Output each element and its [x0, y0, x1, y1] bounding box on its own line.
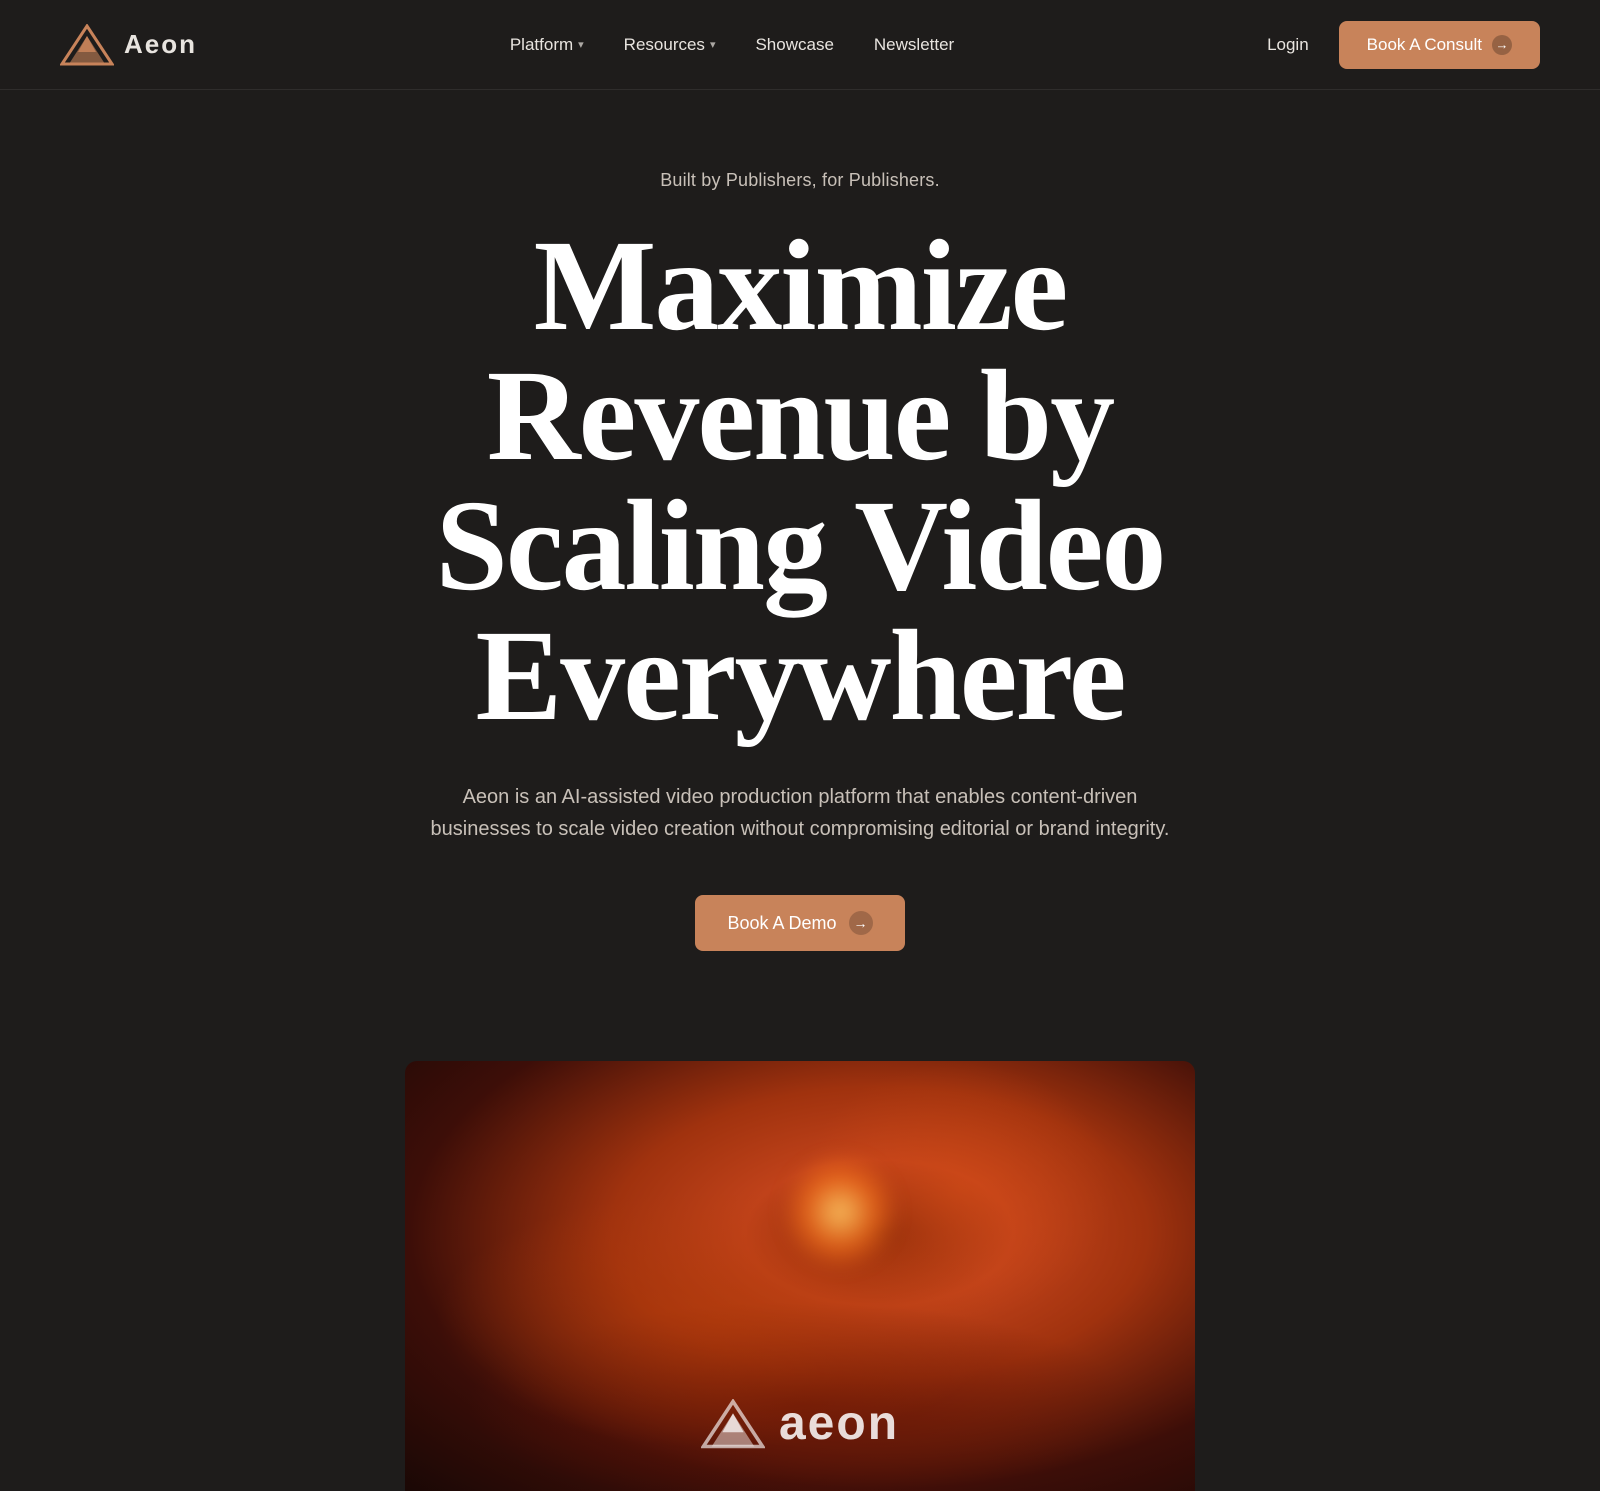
video-logo-text: aeon	[779, 1396, 899, 1451]
logo[interactable]: Aeon	[60, 24, 197, 66]
video-preview[interactable]: aeon	[405, 1061, 1195, 1491]
book-demo-arrow-icon: →	[849, 911, 873, 935]
book-consult-button[interactable]: Book A Consult →	[1339, 21, 1540, 69]
navbar: Aeon Platform ▾ Resources ▾ Showcase New…	[0, 0, 1600, 90]
nav-right: Login Book A Consult →	[1267, 21, 1540, 69]
hero-tagline: Built by Publishers, for Publishers.	[310, 170, 1290, 191]
nav-item-showcase[interactable]: Showcase	[755, 35, 833, 55]
video-aeon-logo: aeon	[701, 1396, 899, 1451]
nav-item-platform[interactable]: Platform ▾	[510, 35, 584, 55]
platform-chevron-icon: ▾	[578, 38, 584, 51]
hero-headline: Maximize Revenue by Scaling Video Everyw…	[310, 221, 1290, 741]
hero-section: Built by Publishers, for Publishers. Max…	[0, 90, 1600, 1491]
nav-item-resources[interactable]: Resources ▾	[624, 35, 716, 55]
book-consult-arrow-icon: →	[1492, 35, 1512, 55]
login-link[interactable]: Login	[1267, 35, 1309, 55]
glow-effect	[780, 1152, 900, 1272]
hero-subtext: Aeon is an AI-assisted video production …	[410, 781, 1190, 845]
nav-links: Platform ▾ Resources ▾ Showcase Newslett…	[510, 35, 954, 55]
book-demo-button[interactable]: Book A Demo →	[695, 895, 904, 951]
resources-chevron-icon: ▾	[710, 38, 716, 51]
logo-wordmark: Aeon	[124, 29, 197, 60]
video-logo-overlay: aeon	[405, 1396, 1195, 1491]
nav-item-newsletter[interactable]: Newsletter	[874, 35, 954, 55]
